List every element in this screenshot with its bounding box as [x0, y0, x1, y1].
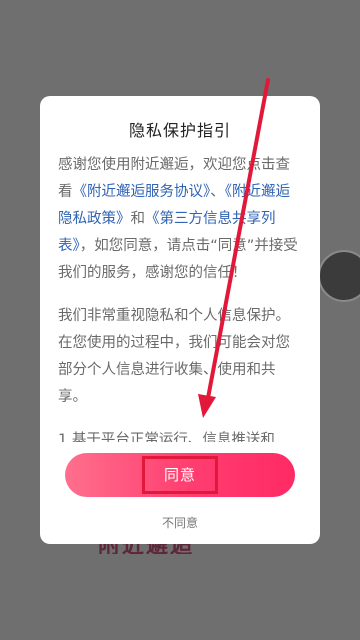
separator-text: 、	[210, 184, 225, 200]
agree-button[interactable]: 同意	[65, 453, 295, 497]
consent-text: ，如您同意，请点击“同意”并接受我们的服务，感谢您的信任！	[58, 238, 298, 281]
intro-paragraph: 感谢您使用附近邂逅，欢迎您点击查看《附近邂逅服务协议》、《附近邂逅隐私政策》和《…	[58, 152, 304, 287]
background-avatar	[318, 250, 360, 302]
disagree-button[interactable]: 不同意	[40, 514, 320, 531]
screen: 附近邂逅 隐私保护指引 感谢您使用附近邂逅，欢迎您点击查看《附近邂逅服务协议》、…	[0, 0, 360, 640]
privacy-dialog: 隐私保护指引 感谢您使用附近邂逅，欢迎您点击查看《附近邂逅服务协议》、《附近邂逅…	[40, 96, 320, 544]
clause-paragraph: 1.基于平台正常运行、信息推送和	[58, 432, 275, 442]
privacy-paragraph: 我们非常重视隐私和个人信息保护。在您使用的过程中，我们可能会对您部分个人信息进行…	[58, 308, 290, 405]
service-agreement-link[interactable]: 《附近邂逅服务协议》	[73, 184, 211, 200]
dialog-title: 隐私保护指引	[128, 121, 231, 140]
agree-button-label: 同意	[163, 466, 196, 484]
dialog-content: 感谢您使用附近邂逅，欢迎您点击查看《附近邂逅服务协议》、《附近邂逅隐私政策》和《…	[58, 152, 304, 442]
and-text: 和	[130, 211, 146, 227]
